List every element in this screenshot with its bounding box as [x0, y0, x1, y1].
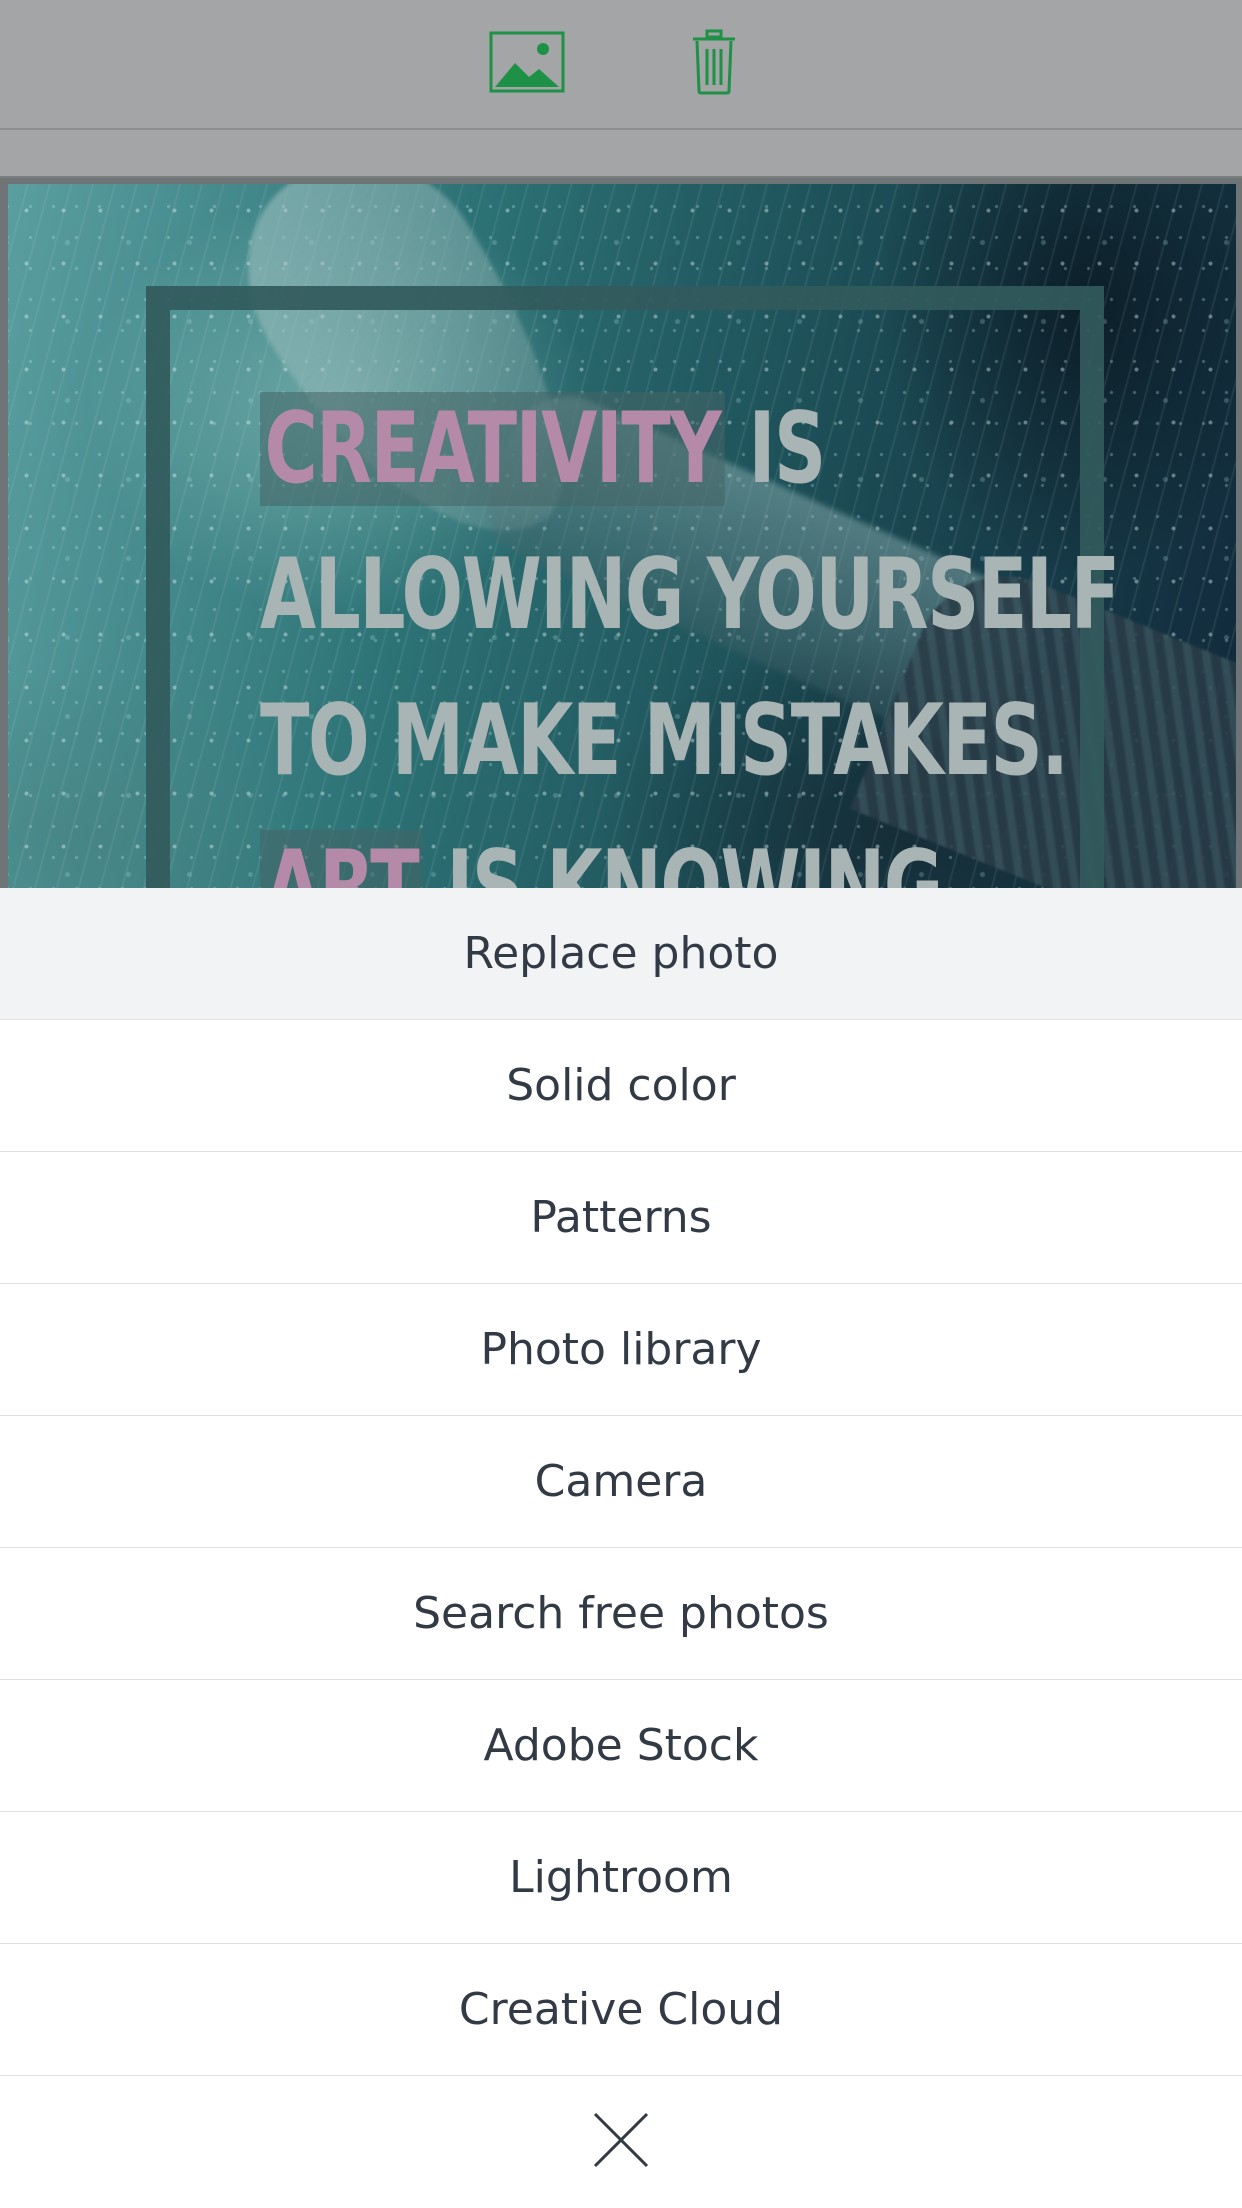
solid-color-option[interactable]: Solid color — [0, 1020, 1242, 1152]
design-canvas[interactable]: CREATIVITY IS ALLOWING YOURSELF TO MAKE … — [0, 178, 1242, 888]
toolbar — [0, 0, 1242, 130]
quote-line: ART IS KNOWING — [260, 814, 943, 888]
toolbar-divider-strip — [0, 130, 1242, 178]
background-photo[interactable]: CREATIVITY IS ALLOWING YOURSELF TO MAKE … — [8, 184, 1236, 888]
adobe-stock-option[interactable]: Adobe Stock — [0, 1680, 1242, 1812]
quote-line: TO MAKE MISTAKES. — [260, 684, 1069, 798]
close-icon — [592, 2111, 650, 2174]
quote-line: CREATIVITY IS — [260, 376, 867, 522]
camera-option[interactable]: Camera — [0, 1416, 1242, 1548]
trash-icon — [691, 29, 737, 100]
creative-cloud-option[interactable]: Creative Cloud — [0, 1944, 1242, 2076]
lightroom-option[interactable]: Lightroom — [0, 1812, 1242, 1944]
quote-highlight: ART — [260, 830, 423, 888]
quote-highlight: CREATIVITY — [260, 392, 725, 506]
replace-image-button[interactable] — [487, 28, 567, 100]
delete-button[interactable] — [674, 28, 754, 100]
quote-text[interactable]: CREATIVITY IS ALLOWING YOURSELF TO MAKE … — [260, 376, 1120, 888]
action-sheet: Replace photo Solid color Patterns Photo… — [0, 888, 1242, 2208]
patterns-option[interactable]: Patterns — [0, 1152, 1242, 1284]
quote-line: ALLOWING YOURSELF — [260, 538, 1120, 652]
search-free-photos-option[interactable]: Search free photos — [0, 1548, 1242, 1680]
image-icon — [489, 31, 565, 98]
close-button[interactable] — [0, 2076, 1242, 2208]
replace-photo-option[interactable]: Replace photo — [0, 888, 1242, 1020]
photo-library-option[interactable]: Photo library — [0, 1284, 1242, 1416]
